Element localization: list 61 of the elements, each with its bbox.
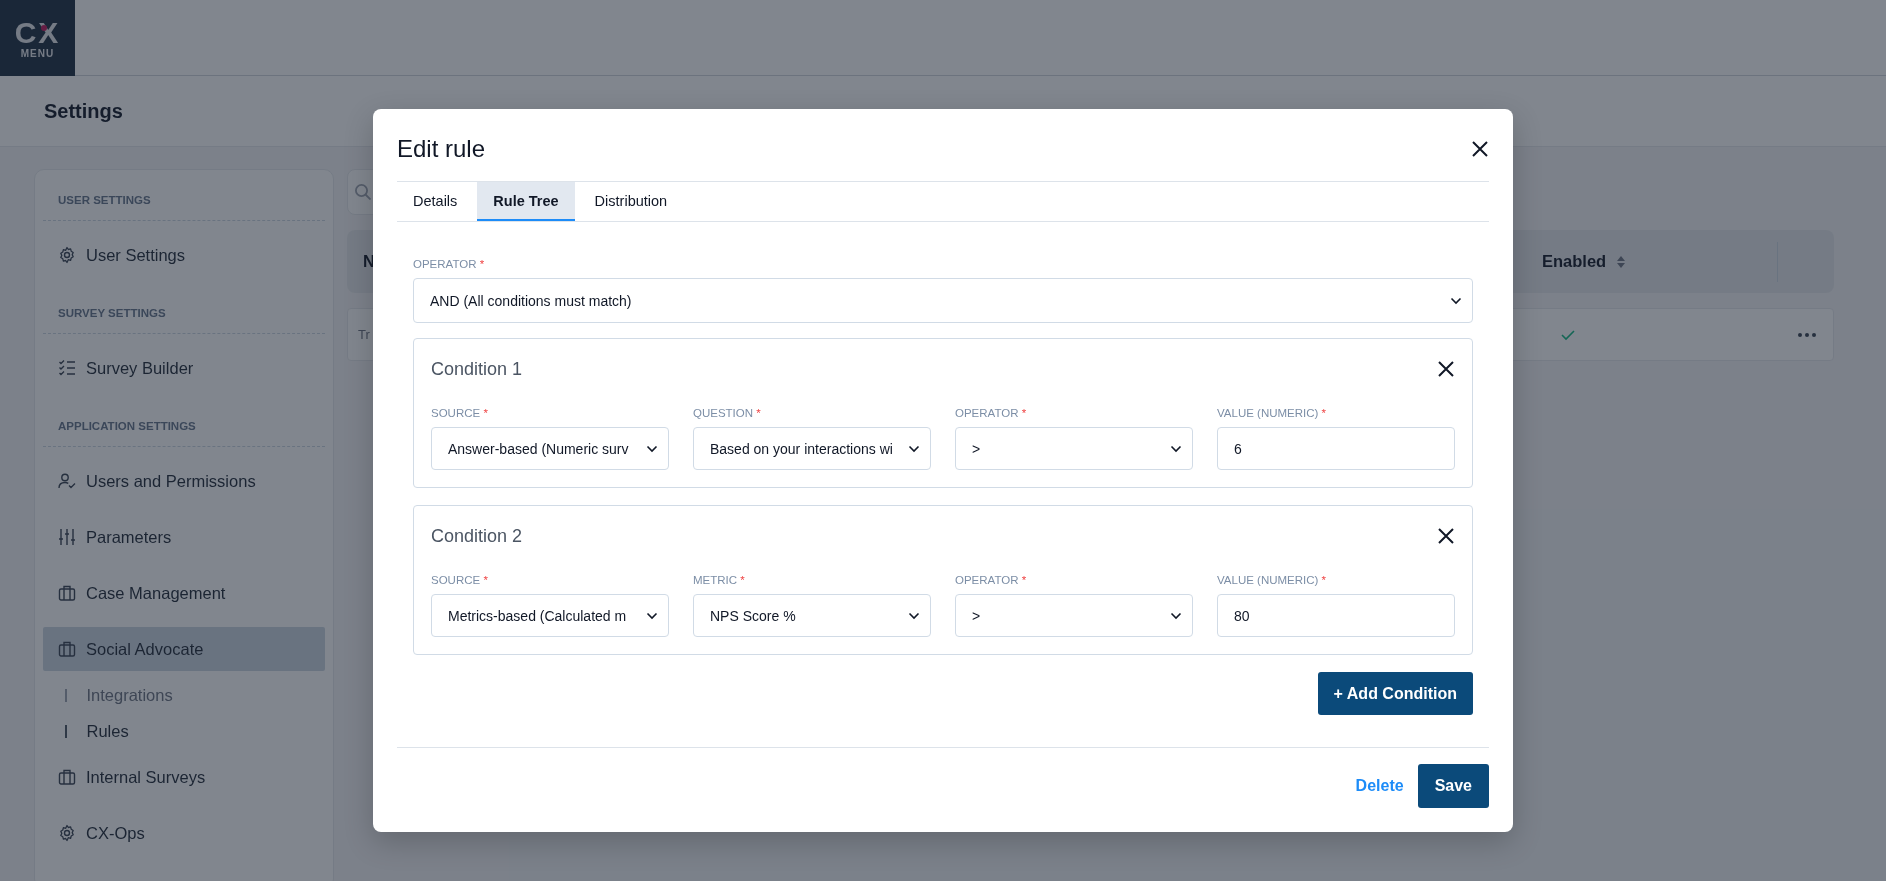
select-field[interactable]: > [955,427,1193,470]
chevron-down-icon [908,611,920,620]
field-label: OPERATOR * [955,407,1028,421]
close-icon [1437,527,1455,545]
sidebar-item[interactable]: Internal Surveys [43,755,325,799]
gear-icon [58,246,76,264]
select-field[interactable]: Metrics-based (Calculated m [431,594,669,637]
close-icon [1437,360,1455,378]
chevron-down-icon [1170,611,1182,620]
chevron-down-icon [1170,444,1182,453]
chevron-down-icon [646,444,658,453]
close-button[interactable] [1471,140,1489,158]
sidebar-item[interactable]: User Settings [43,233,325,277]
select-field[interactable]: Based on your interactions wi [693,427,931,470]
sidebar-item[interactable]: Survey Builder [43,346,325,390]
field-label: QUESTION * [693,407,762,421]
logo[interactable]: CX MENU [0,0,75,76]
briefcase-icon [58,584,76,602]
section-heading: USER SETTINGS [57,193,152,208]
sliders-icon [58,528,76,546]
column-header[interactable]: Enabled [1542,252,1607,271]
condition-title: Condition 2 [431,525,523,547]
chevron-down-icon [908,444,920,453]
sidebar-item[interactable]: Users and Permissions [43,459,325,503]
sidebar-item[interactable]: Parameters [43,515,325,559]
select-field[interactable]: Answer-based (Numeric surv [431,427,669,470]
section-heading: APPLICATION SETTINGS [57,419,197,434]
chevron-down-icon [646,611,658,620]
select-field[interactable]: > [955,594,1193,637]
table-cell: Tr [358,327,370,342]
sidebar-item[interactable]: CX-Ops [43,811,325,855]
sidebar-item[interactable]: Case Management [43,571,325,615]
value-input[interactable]: 6 [1217,427,1455,470]
gear-icon [58,824,76,842]
field-label: VALUE (NUMERIC) * [1217,574,1328,588]
tab[interactable]: Distribution [578,182,684,221]
field-label: SOURCE * [431,407,489,421]
save-button[interactable]: Save [1417,764,1489,808]
briefcase-icon [58,768,76,786]
remove-button[interactable] [1437,360,1455,378]
user-check-icon [58,472,76,490]
chevron-down-icon [1450,296,1462,305]
checklist-icon [58,359,76,377]
section-heading: SURVEY SETTINGS [57,306,167,321]
more-icon [1797,331,1817,338]
tab[interactable]: Rule Tree [477,182,575,221]
select-field[interactable]: NPS Score % [693,594,931,637]
field-label: OPERATOR * [955,574,1028,588]
field-label: SOURCE * [431,574,489,588]
field-label: METRIC * [693,574,746,588]
field-label: OPERATOR * [413,258,486,270]
value-input[interactable]: 80 [1217,594,1455,637]
add-condition-button[interactable]: + Add Condition [1317,672,1473,715]
close-icon [1471,140,1489,158]
tab[interactable]: Details [397,182,474,221]
search-icon [355,184,371,200]
briefcase-icon [58,640,76,658]
field-label: VALUE (NUMERIC) * [1217,407,1328,421]
select-field[interactable]: AND (All conditions must match) [413,278,1473,323]
condition-title: Condition 1 [431,358,523,380]
remove-button[interactable] [1437,527,1455,545]
